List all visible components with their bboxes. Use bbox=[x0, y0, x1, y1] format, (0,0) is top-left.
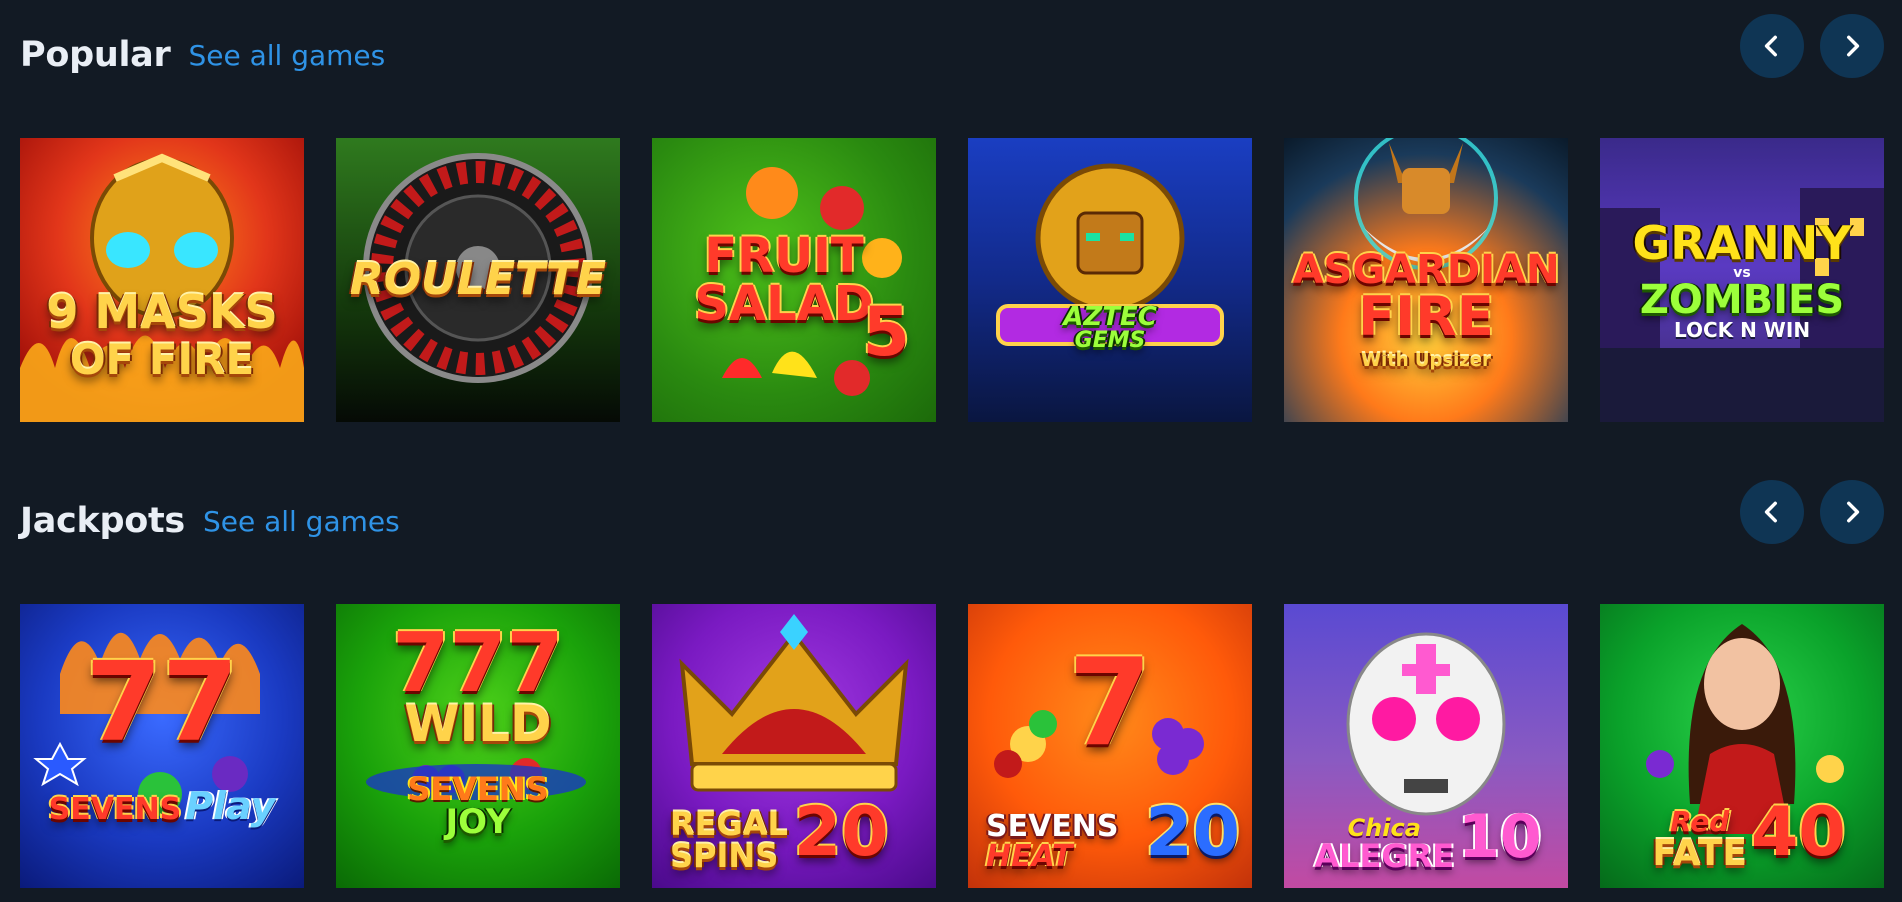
game-logo-line3: LOCK N WIN bbox=[1673, 318, 1811, 342]
game-logo-number: 777 bbox=[392, 616, 564, 711]
game-logo-line2: Play bbox=[185, 784, 276, 828]
game-tile-regal-spins-20[interactable]: REGAL SPINS 20 bbox=[652, 604, 936, 888]
game-logo-line1: AZTEC bbox=[1063, 302, 1157, 332]
game-logo-number: 20 bbox=[1145, 793, 1240, 872]
game-logo-line3: JOY bbox=[445, 802, 511, 842]
see-all-games-link[interactable]: See all games bbox=[188, 39, 385, 72]
game-logo-line2: GEMS bbox=[1074, 328, 1146, 353]
game-logo: FRUIT SALAD bbox=[694, 232, 873, 328]
game-logo-line1: REGAL bbox=[670, 805, 788, 843]
carousel-prev-button[interactable] bbox=[1740, 480, 1804, 544]
section-header: Jackpots See all games bbox=[20, 496, 400, 546]
game-logo-number: 5 bbox=[862, 293, 910, 372]
game-logo-number: 40 bbox=[1751, 793, 1846, 872]
game-logo: Red FATE bbox=[1652, 808, 1747, 872]
game-logo-line2: HEAT bbox=[986, 839, 1073, 874]
game-logo: 77 SEVENS Play bbox=[48, 647, 276, 828]
game-logo-line2: ALEGRE bbox=[1314, 837, 1455, 875]
carousel-prev-button[interactable] bbox=[1740, 14, 1804, 78]
game-logo-line1: 9 MASKS bbox=[46, 285, 278, 339]
game-logo-line1: ASGARDIAN bbox=[1292, 247, 1560, 293]
chevron-left-icon bbox=[1764, 501, 1777, 523]
game-tile-granny-vs-zombies[interactable]: GRANNY vs ZOMBIES LOCK N WIN bbox=[1600, 138, 1884, 422]
game-carousel: 9 MASKS OF FIRE ROULETTE FRUIT SALAD 5 A… bbox=[20, 138, 1884, 422]
game-logo-line2: SPINS bbox=[670, 837, 779, 875]
section-title: Jackpots bbox=[20, 501, 185, 541]
chevron-left-icon bbox=[1764, 35, 1777, 57]
game-logo: 777 WILD SEVENS JOY bbox=[392, 623, 563, 842]
game-logo-line1: SEVENS bbox=[986, 809, 1119, 844]
carousel-nav bbox=[1740, 480, 1884, 544]
game-logo-line2: ZOMBIES bbox=[1639, 277, 1845, 323]
carousel-next-button[interactable] bbox=[1820, 14, 1884, 78]
game-tile-sevens-play[interactable]: 77 SEVENS Play bbox=[20, 604, 304, 888]
game-logo-line2: FATE bbox=[1652, 833, 1748, 874]
chevron-right-icon bbox=[1847, 35, 1860, 57]
game-logo: SEVENS HEAT bbox=[986, 812, 1119, 872]
game-logo-number: 77 bbox=[85, 638, 239, 766]
game-logo: AZTEC GEMS bbox=[1063, 304, 1157, 352]
game-logo-line2: SEVENS bbox=[407, 770, 549, 808]
game-logo: ASGARDIAN FIRE With Upsizer bbox=[1293, 250, 1560, 370]
game-tile-sevens-heat-20[interactable]: 7 SEVENS HEAT 20 bbox=[968, 604, 1252, 888]
game-tile-roulette[interactable]: ROULETTE bbox=[336, 138, 620, 422]
game-carousel: 77 SEVENS Play 777 WILD SEVENS JOY REGAL… bbox=[20, 604, 1884, 888]
game-logo-number: 10 bbox=[1458, 802, 1542, 872]
game-logo-line1: FRUIT bbox=[704, 228, 864, 284]
game-tile-chica-alegre-10[interactable]: Chica ALEGRE 10 bbox=[1284, 604, 1568, 888]
game-logo: GRANNY vs ZOMBIES LOCK N WIN bbox=[1632, 220, 1851, 340]
game-logo-line1: WILD bbox=[404, 695, 552, 753]
game-logo-number-seven: 7 bbox=[1068, 634, 1152, 773]
game-tile-9-masks-of-fire[interactable]: 9 MASKS OF FIRE bbox=[20, 138, 304, 422]
game-logo: REGAL SPINS bbox=[670, 808, 788, 872]
game-logo-line1: ROULETTE bbox=[349, 254, 607, 305]
game-tile-asgardian-fire[interactable]: ASGARDIAN FIRE With Upsizer bbox=[1284, 138, 1568, 422]
game-logo: Chica ALEGRE bbox=[1314, 816, 1454, 872]
game-logo-line2: FIRE bbox=[1358, 285, 1494, 348]
carousel-nav bbox=[1740, 14, 1884, 78]
game-tile-wild-sevens-joy[interactable]: 777 WILD SEVENS JOY bbox=[336, 604, 620, 888]
carousel-next-button[interactable] bbox=[1820, 480, 1884, 544]
game-logo-line1: Red bbox=[1670, 805, 1730, 838]
section-title: Popular bbox=[20, 35, 171, 75]
game-logo-number: 20 bbox=[793, 793, 889, 872]
chevron-right-icon bbox=[1847, 501, 1860, 523]
game-logo-line1: GRANNY bbox=[1632, 216, 1852, 270]
game-logo-line3: With Upsizer bbox=[1361, 350, 1491, 371]
game-tile-red-fate-40[interactable]: Red FATE 40 bbox=[1600, 604, 1884, 888]
game-tile-fruit-salad-5[interactable]: FRUIT SALAD 5 bbox=[652, 138, 936, 422]
game-logo: 9 MASKS OF FIRE bbox=[46, 289, 277, 381]
section-header: Popular See all games bbox=[20, 30, 385, 80]
game-logo-line2: SALAD bbox=[694, 276, 874, 332]
game-logo-line2: OF FIRE bbox=[69, 335, 255, 384]
game-art bbox=[968, 138, 1252, 422]
game-logo-line1: SEVENS bbox=[48, 792, 182, 827]
see-all-games-link[interactable]: See all games bbox=[203, 505, 400, 538]
game-tile-aztec-gems[interactable]: AZTEC GEMS bbox=[968, 138, 1252, 422]
